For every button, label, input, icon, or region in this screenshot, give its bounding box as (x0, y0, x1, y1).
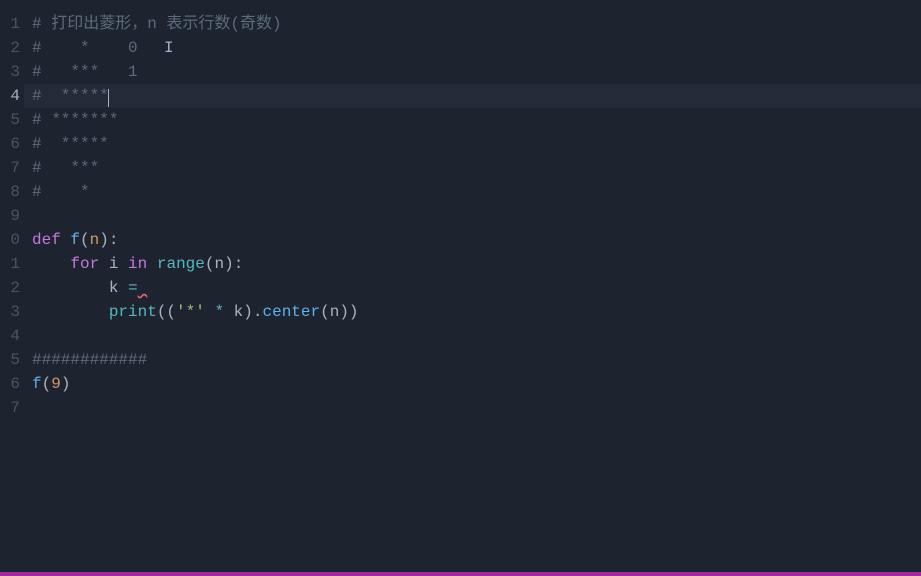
token (32, 279, 109, 297)
token: ( (80, 231, 90, 249)
token: k (234, 303, 244, 321)
token: n (90, 231, 100, 249)
code-line[interactable]: # *** (32, 156, 921, 180)
token (61, 231, 71, 249)
line-number: 3 (0, 300, 20, 324)
token: # * 0 (32, 39, 138, 57)
token: range (157, 255, 205, 273)
line-number: 5 (0, 108, 20, 132)
code-line[interactable]: for i in range(n): (32, 252, 921, 276)
token: in (128, 255, 147, 273)
token: ( (320, 303, 330, 321)
code-line[interactable]: # ***** (24, 84, 921, 108)
token: f (70, 231, 80, 249)
code-line[interactable]: print(('*' * k).center(n)) (32, 300, 921, 324)
token: ) (224, 255, 234, 273)
token: # * (32, 183, 90, 201)
token: ) (61, 375, 71, 393)
token: f (32, 375, 42, 393)
token (224, 303, 234, 321)
ibeam-cursor-icon: I (164, 36, 174, 60)
token: def (32, 231, 61, 249)
line-number: 4 (0, 84, 20, 108)
token: # *** 1 (32, 63, 138, 81)
line-number-gutter: 12345678901234567 (0, 0, 24, 576)
line-number: 0 (0, 228, 20, 252)
code-area[interactable]: # 打印出菱形，n 表示行数(奇数) # * 0 I # *** 1 # ***** # … (24, 0, 921, 576)
code-line[interactable]: k = (32, 276, 921, 300)
line-number: 1 (0, 12, 20, 36)
line-number: 7 (0, 156, 20, 180)
token (205, 303, 215, 321)
status-bar (0, 572, 921, 576)
line-number: 2 (0, 36, 20, 60)
token: : (109, 231, 119, 249)
code-line[interactable] (32, 396, 921, 420)
line-number: 8 (0, 180, 20, 204)
code-line[interactable]: # * (32, 180, 921, 204)
token: ) (99, 231, 109, 249)
code-line[interactable]: ############ (32, 348, 921, 372)
token (118, 279, 128, 297)
text-caret (108, 89, 109, 107)
code-line[interactable]: # ******* (32, 108, 921, 132)
line-number: 2 (0, 276, 20, 300)
token: i (109, 255, 119, 273)
token: n (330, 303, 340, 321)
token: center (263, 303, 321, 321)
token: # *** (32, 159, 99, 177)
code-line[interactable] (32, 324, 921, 348)
line-number: 1 (0, 252, 20, 276)
token: ) (243, 303, 253, 321)
line-number: 3 (0, 60, 20, 84)
token: : (234, 255, 244, 273)
code-line[interactable]: # *** 1 (32, 60, 921, 84)
token: (( (157, 303, 176, 321)
token (118, 255, 128, 273)
token: . (253, 303, 263, 321)
token: # 打印出菱形，n 表示行数(奇数) (32, 15, 282, 33)
line-number: 6 (0, 372, 20, 396)
token: k (109, 279, 119, 297)
token: * (214, 303, 224, 321)
code-line[interactable]: f(9) (32, 372, 921, 396)
token: 9 (51, 375, 61, 393)
token: n (214, 255, 224, 273)
token: # ******* (32, 111, 118, 129)
line-number: 7 (0, 396, 20, 420)
line-number: 5 (0, 348, 20, 372)
token: = (128, 279, 138, 297)
token (147, 255, 157, 273)
code-editor[interactable]: 12345678901234567 # 打印出菱形，n 表示行数(奇数)# * … (0, 0, 921, 576)
token: )) (339, 303, 358, 321)
code-line[interactable]: # ***** (32, 132, 921, 156)
token: print (109, 303, 157, 321)
token (99, 255, 109, 273)
token (32, 303, 109, 321)
token (32, 255, 70, 273)
line-number: 9 (0, 204, 20, 228)
code-line[interactable]: # * 0 I (32, 36, 921, 60)
token: for (70, 255, 99, 273)
line-number: 6 (0, 132, 20, 156)
line-number: 4 (0, 324, 20, 348)
code-line[interactable] (32, 204, 921, 228)
token (138, 279, 148, 297)
token: # ***** (32, 135, 109, 153)
token: ############ (32, 351, 147, 369)
token: ( (42, 375, 52, 393)
token: # ***** (32, 87, 109, 105)
code-line[interactable]: def f(n): (32, 228, 921, 252)
code-line[interactable]: # 打印出菱形，n 表示行数(奇数) (32, 12, 921, 36)
token: '*' (176, 303, 205, 321)
